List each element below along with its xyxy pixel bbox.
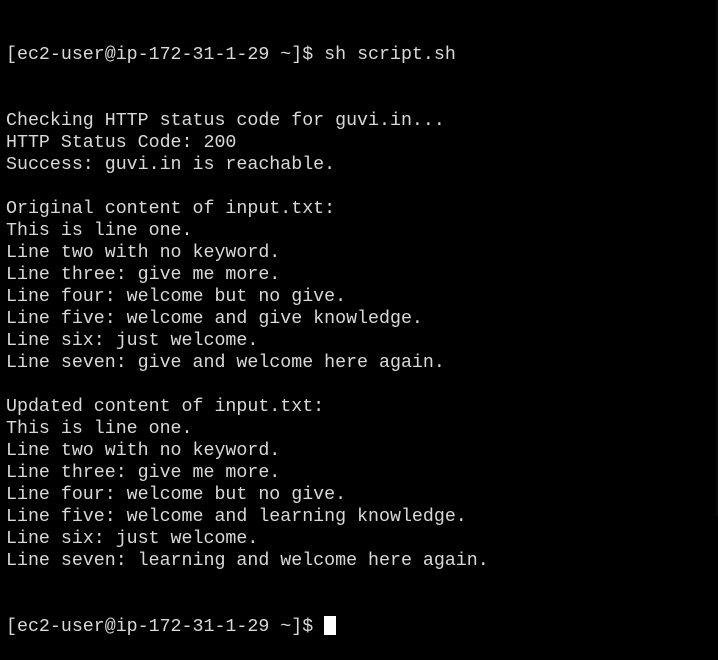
output-line: Line four: welcome but no give. [6,485,347,505]
shell-prompt: [ec2-user@ip-172-31-1-29 ~]$ [6,45,325,65]
output-line: Line seven: learning and welcome here ag… [6,551,489,571]
output-line: HTTP Status Code: 200 [6,133,237,153]
output-line: Line three: give me more. [6,463,281,483]
output-line: Success: guvi.in is reachable. [6,155,336,175]
output-line: Updated content of input.txt: [6,397,325,417]
output-line: This is line one. [6,221,193,241]
terminal-output: Checking HTTP status code for guvi.in...… [6,110,718,572]
command-text: sh script.sh [324,45,456,65]
text-cursor [324,616,337,635]
output-line: Checking HTTP status code for guvi.in... [6,111,445,131]
output-line: Line seven: give and welcome here again. [6,353,445,373]
active-command-line[interactable]: [ec2-user@ip-172-31-1-29 ~]$ [6,616,718,638]
command-line: [ec2-user@ip-172-31-1-29 ~]$ sh script.s… [6,44,718,66]
output-line: Line four: welcome but no give. [6,287,347,307]
output-line: Line five: welcome and learning knowledg… [6,507,467,527]
shell-prompt: [ec2-user@ip-172-31-1-29 ~]$ [6,617,325,637]
output-line: Line five: welcome and give knowledge. [6,309,423,329]
output-line: Line two with no keyword. [6,243,281,263]
output-line: Original content of input.txt: [6,199,336,219]
output-line: Line six: just welcome. [6,331,259,351]
output-line: This is line one. [6,419,193,439]
output-line: Line six: just welcome. [6,529,259,549]
terminal-window[interactable]: [ec2-user@ip-172-31-1-29 ~]$ sh script.s… [0,0,718,637]
output-line: Line two with no keyword. [6,441,281,461]
output-line: Line three: give me more. [6,265,281,285]
